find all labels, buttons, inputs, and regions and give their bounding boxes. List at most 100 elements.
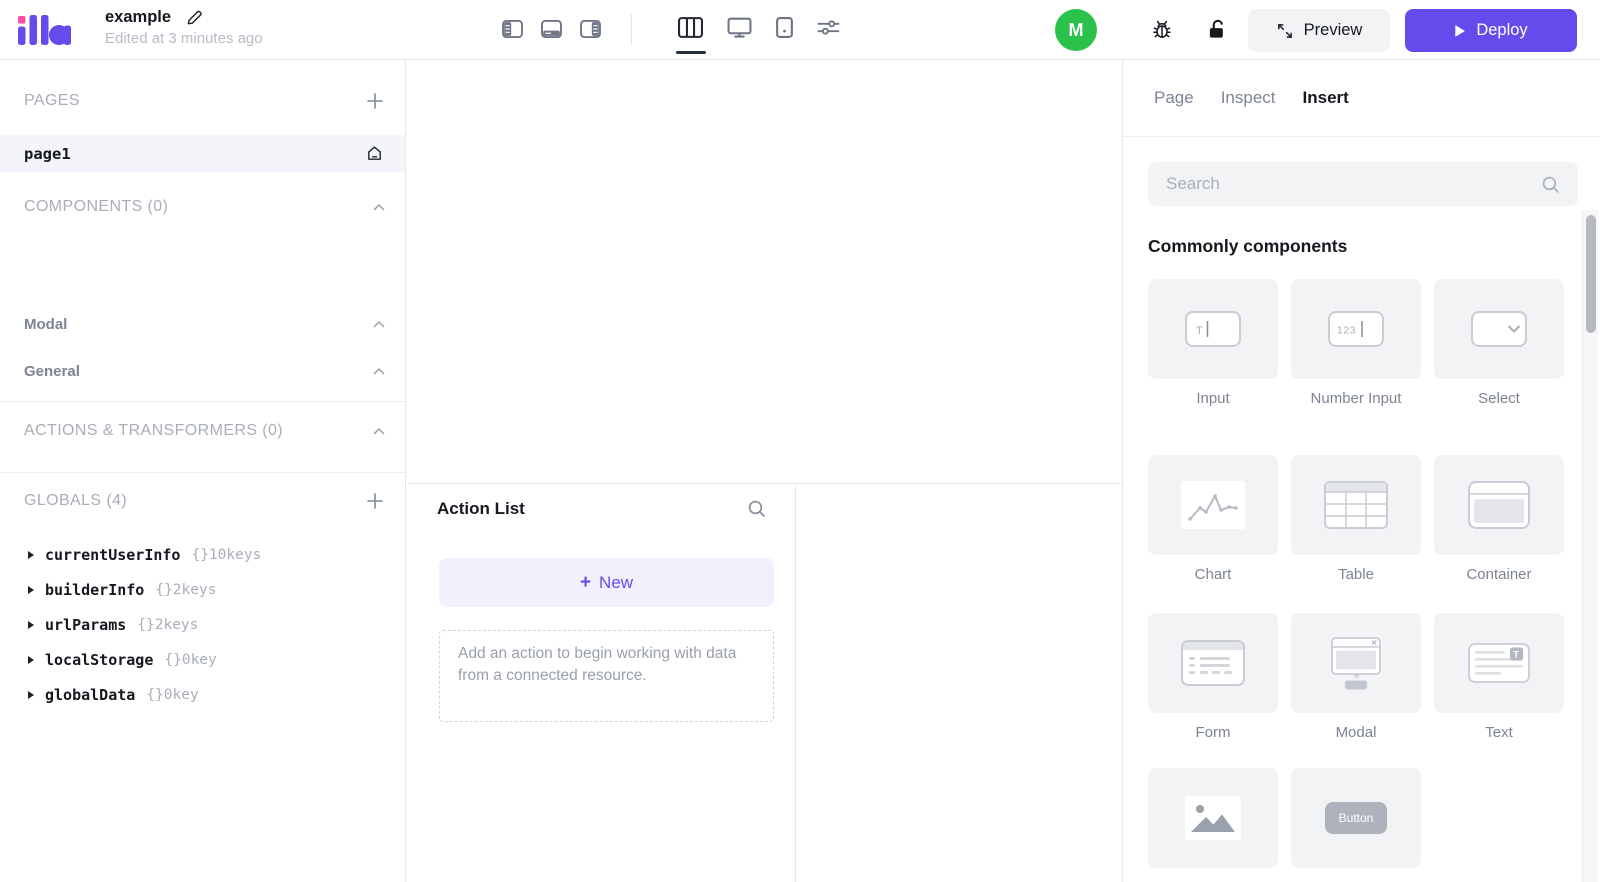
component-label: Number Input xyxy=(1310,390,1402,407)
global-name: localStorage xyxy=(45,650,154,669)
components-group-general[interactable]: General xyxy=(0,357,405,385)
unlock-icon xyxy=(1209,19,1223,38)
globals-list: currentUserInfo {}10keys builderInfo {}2… xyxy=(0,537,405,712)
play-icon xyxy=(1455,24,1466,37)
tab-insert[interactable]: Insert xyxy=(1303,88,1349,108)
toggle-bottom-panel-button[interactable] xyxy=(541,20,562,38)
global-item-localStorage[interactable]: localStorage {}0key xyxy=(0,642,405,677)
plus-icon xyxy=(367,493,383,509)
global-item-builderInfo[interactable]: builderInfo {}2keys xyxy=(0,572,405,607)
page1-label: page1 xyxy=(24,144,71,163)
monitor-icon xyxy=(727,17,752,38)
panel-right-icon xyxy=(580,20,601,38)
global-item-currentUserInfo[interactable]: currentUserInfo {}10keys xyxy=(0,537,405,572)
components-section-header[interactable]: COMPONENTS (0) xyxy=(0,194,405,220)
component-card-container[interactable]: Container xyxy=(1434,455,1564,613)
component-label: Modal xyxy=(1335,724,1377,741)
chevron-up-icon[interactable] xyxy=(373,320,385,328)
tab-page[interactable]: Page xyxy=(1154,88,1194,108)
bottom-right-empty-panel xyxy=(797,484,1122,882)
expand-triangle-icon[interactable] xyxy=(28,620,34,629)
chevron-up-icon[interactable] xyxy=(373,427,385,435)
desktop-preview-button[interactable] xyxy=(727,17,752,38)
scrollbar-thumb[interactable] xyxy=(1586,215,1596,333)
add-page-button[interactable] xyxy=(365,91,385,111)
components-group-modal[interactable]: Modal xyxy=(0,310,405,338)
lock-button[interactable] xyxy=(1207,18,1230,41)
pages-section-header: PAGES xyxy=(0,88,405,114)
global-item-urlParams[interactable]: urlParams {}2keys xyxy=(0,607,405,642)
modal-glyph-icon xyxy=(1331,637,1381,690)
illa-builder-app: example Edited at 3 minutes ago M Previe… xyxy=(0,0,1600,882)
component-card-chart[interactable]: Chart xyxy=(1148,455,1278,613)
global-keys-badge: {}2keys xyxy=(137,616,199,633)
pencil-icon xyxy=(187,10,202,24)
component-card-modal[interactable]: Modal xyxy=(1291,613,1421,768)
expand-triangle-icon[interactable] xyxy=(28,585,34,594)
globals-header-label: GLOBALS (4) xyxy=(24,492,128,509)
right-panel-tabs: Page Inspect Insert xyxy=(1123,60,1600,137)
global-item-globalData[interactable]: globalData {}0key xyxy=(0,677,405,712)
general-group-label: General xyxy=(24,362,80,380)
illa-logo[interactable] xyxy=(16,13,72,52)
action-search-button[interactable] xyxy=(746,498,767,519)
edit-title-button[interactable] xyxy=(184,7,204,27)
mobile-preview-button[interactable] xyxy=(776,17,793,38)
preview-label: Preview xyxy=(1303,21,1363,39)
fluid-columns-view-button[interactable] xyxy=(678,17,703,38)
canvas-settings-button[interactable] xyxy=(817,18,840,37)
sidebar-item-page1[interactable]: page1 xyxy=(0,135,405,172)
add-global-button[interactable] xyxy=(365,491,385,511)
component-search-input[interactable] xyxy=(1148,162,1578,206)
preview-button[interactable]: Preview xyxy=(1248,9,1390,52)
illa-logo-icon xyxy=(18,15,71,45)
button-glyph-icon: Button xyxy=(1325,802,1387,834)
action-list-panel: Action List + New Add an action to begin… xyxy=(407,484,796,882)
left-sidebar: PAGES page1 COMPONENTS (0) Modal General… xyxy=(0,60,406,882)
chevron-up-icon[interactable] xyxy=(373,203,385,211)
expand-triangle-icon[interactable] xyxy=(28,550,34,559)
panel-bottom-icon xyxy=(541,20,562,38)
expand-triangle-icon[interactable] xyxy=(28,690,34,699)
debug-button[interactable] xyxy=(1150,18,1174,42)
global-name: urlParams xyxy=(45,615,127,634)
component-card-image[interactable] xyxy=(1148,768,1278,878)
component-card-input[interactable]: T Input xyxy=(1148,279,1278,455)
global-name: globalData xyxy=(45,685,136,704)
tab-inspect[interactable]: Inspect xyxy=(1221,88,1276,108)
homepage-indicator[interactable] xyxy=(365,144,384,163)
actions-section-header[interactable]: ACTIONS & TRANSFORMERS (0) xyxy=(0,418,405,444)
component-card-text[interactable]: T Text xyxy=(1434,613,1564,768)
component-search xyxy=(1148,162,1578,206)
new-action-button[interactable]: + New xyxy=(439,558,774,607)
expand-triangle-icon[interactable] xyxy=(28,655,34,664)
editor-canvas[interactable] xyxy=(407,60,1122,483)
component-card-number-input[interactable]: 123 Number Input xyxy=(1291,279,1421,455)
component-card-select[interactable]: Select xyxy=(1434,279,1564,455)
toggle-right-panel-button[interactable] xyxy=(580,20,601,38)
component-card-table[interactable]: Table xyxy=(1291,455,1421,613)
globals-section-header: GLOBALS (4) xyxy=(0,488,405,514)
modal-group-label: Modal xyxy=(24,315,68,333)
component-label: Table xyxy=(1338,566,1374,583)
deploy-button[interactable]: Deploy xyxy=(1405,9,1577,52)
svg-text:123: 123 xyxy=(1337,325,1356,337)
new-action-label: New xyxy=(599,572,634,592)
plus-icon xyxy=(367,93,383,109)
view-mode-group xyxy=(678,17,840,38)
bug-icon xyxy=(1153,20,1171,38)
right-panel-scrollbar[interactable] xyxy=(1582,210,1598,882)
avatar[interactable]: M xyxy=(1055,9,1097,51)
action-empty-hint: Add an action to begin working with data… xyxy=(439,630,774,722)
active-view-underline xyxy=(676,51,706,54)
chevron-up-icon[interactable] xyxy=(373,367,385,375)
number-input-glyph-icon: 123 xyxy=(1328,311,1384,347)
sidebar-divider xyxy=(0,401,405,402)
component-grid: T Input 123 Number Input Select Chart Ta… xyxy=(1148,279,1600,878)
component-card-form[interactable]: Form xyxy=(1148,613,1278,768)
component-label: Select xyxy=(1478,390,1520,407)
component-card-button[interactable]: Button xyxy=(1291,768,1421,878)
component-label: Text xyxy=(1485,724,1513,741)
toggle-left-panel-button[interactable] xyxy=(502,20,523,38)
components-header-label: COMPONENTS (0) xyxy=(24,198,169,215)
